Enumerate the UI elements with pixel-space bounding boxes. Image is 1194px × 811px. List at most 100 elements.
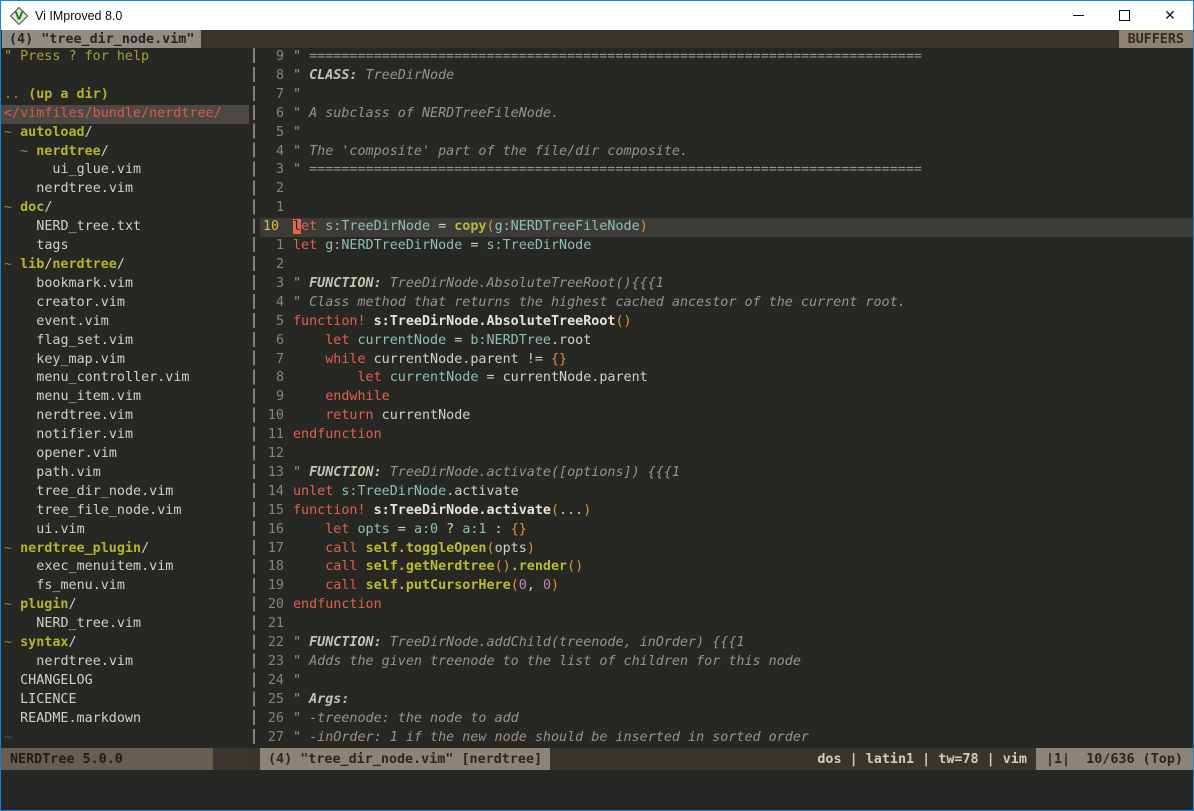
- tree-row[interactable]: menu_item.vim: [1, 388, 249, 407]
- line-number: 26: [260, 710, 293, 729]
- tree-row[interactable]: path.vim: [1, 464, 249, 483]
- code-line[interactable]: 17 call self.toggleOpen(opts): [260, 540, 1193, 559]
- tree-text: flag_set.vim: [36, 333, 133, 348]
- tree-row[interactable]: key_map.vim: [1, 351, 249, 370]
- maximize-button[interactable]: [1101, 1, 1147, 30]
- code-line[interactable]: 2: [260, 180, 1193, 199]
- code-line[interactable]: 11endfunction: [260, 426, 1193, 445]
- code-line[interactable]: 14unlet s:TreeDirNode.activate: [260, 483, 1193, 502]
- code-line[interactable]: 20endfunction: [260, 596, 1193, 615]
- code-line[interactable]: 5function! s:TreeDirNode.AbsoluteTreeRoo…: [260, 313, 1193, 332]
- code-line[interactable]: 26" -treenode: the node to add: [260, 710, 1193, 729]
- code-line[interactable]: 18 call self.getNerdtree().render(): [260, 558, 1193, 577]
- code-line[interactable]: 23" Adds the given treenode to the list …: [260, 653, 1193, 672]
- window-separator[interactable]: [249, 48, 260, 748]
- tab-active[interactable]: (4) "tree_dir_node.vim": [2, 30, 201, 48]
- tree-row[interactable]: ~: [1, 729, 249, 748]
- tree-text: plugin: [20, 597, 68, 612]
- tree-row[interactable]: ui_glue.vim: [1, 161, 249, 180]
- code-token: function!: [293, 314, 366, 329]
- code-line[interactable]: 12: [260, 445, 1193, 464]
- code-line[interactable]: 1: [260, 199, 1193, 218]
- tree-row[interactable]: .. (up a dir): [1, 86, 249, 105]
- tree-row[interactable]: ~ syntax/: [1, 634, 249, 653]
- tree-row[interactable]: creator.vim: [1, 294, 249, 313]
- code-token: endfunction: [293, 427, 382, 442]
- command-line[interactable]: [1, 770, 1193, 810]
- tree-row[interactable]: tree_dir_node.vim: [1, 483, 249, 502]
- code-line[interactable]: 4" Class method that returns the highest…: [260, 294, 1193, 313]
- code-line[interactable]: 3" =====================================…: [260, 161, 1193, 180]
- tree-row[interactable]: ui.vim: [1, 521, 249, 540]
- tree-row[interactable]: fs_menu.vim: [1, 577, 249, 596]
- tree-row[interactable]: ~ lib/nerdtree/: [1, 256, 249, 275]
- line-number: 20: [260, 596, 293, 615]
- tree-row[interactable]: [1, 67, 249, 86]
- tree-row[interactable]: opener.vim: [1, 445, 249, 464]
- code-line[interactable]: 16 let opts = a:0 ? a:1 : {}: [260, 521, 1193, 540]
- tree-row[interactable]: ~ nerdtree_plugin/: [1, 540, 249, 559]
- code-line[interactable]: 24": [260, 672, 1193, 691]
- code-line[interactable]: 15function! s:TreeDirNode.activate(...): [260, 502, 1193, 521]
- code-line[interactable]: 7 while currentNode.parent != {}: [260, 351, 1193, 370]
- code-line[interactable]: 4" The 'composite' part of the file/dir …: [260, 143, 1193, 162]
- nerdtree-pane[interactable]: " Press ? for help .. (up a dir)</vimfile…: [1, 48, 249, 748]
- tree-row[interactable]: ~ plugin/: [1, 596, 249, 615]
- tree-row[interactable]: ~ doc/: [1, 199, 249, 218]
- code-line[interactable]: 10 return currentNode: [260, 407, 1193, 426]
- tree-row[interactable]: flag_set.vim: [1, 332, 249, 351]
- code-token: CLASS:: [309, 68, 357, 83]
- tree-row[interactable]: notifier.vim: [1, 426, 249, 445]
- code-token: =: [446, 333, 470, 348]
- tree-row[interactable]: README.markdown: [1, 710, 249, 729]
- close-button[interactable]: ✕: [1147, 1, 1193, 30]
- code-line[interactable]: 27" -inOrder: 1 if the new node should b…: [260, 729, 1193, 748]
- tree-row[interactable]: nerdtree.vim: [1, 653, 249, 672]
- tree-row[interactable]: nerdtree.vim: [1, 407, 249, 426]
- code-line[interactable]: 6" A subclass of NERDTreeFileNode.: [260, 105, 1193, 124]
- code-line[interactable]: 25" Args:: [260, 691, 1193, 710]
- tree-row[interactable]: </vimfiles/bundle/nerdtree/: [1, 105, 249, 124]
- tree-row[interactable]: CHANGELOG: [1, 672, 249, 691]
- code-line[interactable]: 5": [260, 124, 1193, 143]
- tree-row[interactable]: exec_menuitem.vim: [1, 558, 249, 577]
- tree-row[interactable]: NERD_tree.txt: [1, 218, 249, 237]
- code-line[interactable]: 6 let currentNode = b:NERDTree.root: [260, 332, 1193, 351]
- code-line[interactable]: 3" FUNCTION: TreeDirNode.AbsoluteTreeRoo…: [260, 275, 1193, 294]
- line-number: 25: [260, 691, 293, 710]
- tree-row[interactable]: tags: [1, 237, 249, 256]
- line-number: 7: [260, 86, 293, 105]
- code-line[interactable]: 19 call self.putCursorHere(0, 0): [260, 577, 1193, 596]
- code-line[interactable]: 8" CLASS: TreeDirNode: [260, 67, 1193, 86]
- code-line[interactable]: 2: [260, 256, 1193, 275]
- tree-row[interactable]: menu_controller.vim: [1, 369, 249, 388]
- tree-row[interactable]: tree_file_node.vim: [1, 502, 249, 521]
- code-line[interactable]: 7": [260, 86, 1193, 105]
- tree-row[interactable]: ~ nerdtree/: [1, 143, 249, 162]
- code-line[interactable]: 21: [260, 615, 1193, 634]
- line-content: endfunction: [293, 426, 1193, 445]
- line-content: ": [293, 672, 1193, 691]
- code-token: s:TreeDirNode: [341, 484, 446, 499]
- code-token: ": [293, 465, 309, 480]
- tree-row[interactable]: LICENCE: [1, 691, 249, 710]
- line-content: " -treenode: the node to add: [293, 710, 1193, 729]
- code-pane[interactable]: 9" =====================================…: [260, 48, 1193, 748]
- code-line[interactable]: 1let g:NERDTreeDirNode = s:TreeDirNode: [260, 237, 1193, 256]
- buffers-label[interactable]: BUFFERS: [1119, 30, 1193, 48]
- code-line[interactable]: 22" FUNCTION: TreeDirNode.addChild(treen…: [260, 634, 1193, 653]
- minimize-button[interactable]: [1055, 1, 1101, 30]
- tree-row[interactable]: ~ autoload/: [1, 124, 249, 143]
- tree-row[interactable]: bookmark.vim: [1, 275, 249, 294]
- code-line[interactable]: 13" FUNCTION: TreeDirNode.activate([opti…: [260, 464, 1193, 483]
- code-line[interactable]: 8 let currentNode = currentNode.parent: [260, 369, 1193, 388]
- code-token: [358, 559, 366, 574]
- tree-row[interactable]: nerdtree.vim: [1, 180, 249, 199]
- code-line[interactable]: 9 endwhile: [260, 388, 1193, 407]
- tree-row[interactable]: event.vim: [1, 313, 249, 332]
- code-line[interactable]: 9" =====================================…: [260, 48, 1193, 67]
- tree-text: event.vim: [36, 314, 109, 329]
- tree-row[interactable]: " Press ? for help: [1, 48, 249, 67]
- tree-row[interactable]: NERD_tree.vim: [1, 615, 249, 634]
- code-line-current[interactable]: 10let s:TreeDirNode = copy(g:NERDTreeFil…: [260, 218, 1193, 237]
